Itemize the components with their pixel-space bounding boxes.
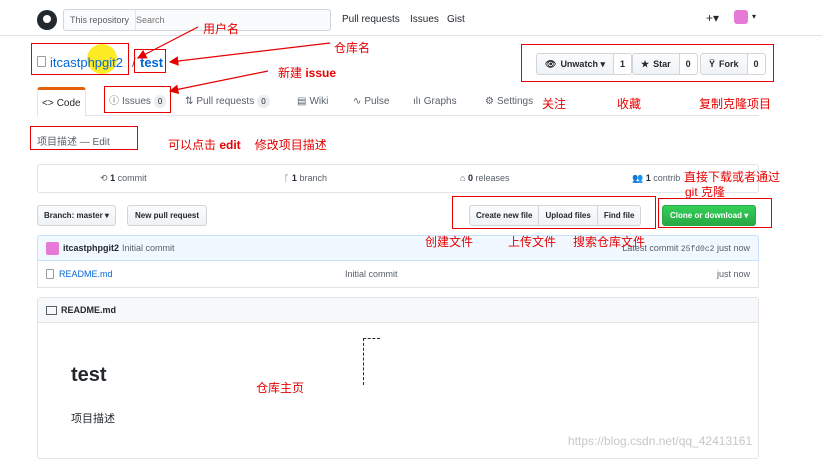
annotation-create-file: 创建文件 bbox=[425, 235, 474, 249]
annotation-arrows bbox=[136, 26, 331, 95]
arrow-issue bbox=[168, 70, 269, 95]
annotation-username: 用户名 bbox=[203, 22, 240, 36]
annotation-new-issue: 新建 issue bbox=[278, 64, 336, 81]
annotation-fork: 复制克隆项目 bbox=[699, 97, 772, 111]
annotation-click-edit: 可以点击 edit 修改项目描述 bbox=[168, 136, 327, 153]
annotation-click-edit-text: 可以点击 bbox=[168, 138, 220, 152]
annotation-click-edit-tail: 修改项目描述 bbox=[254, 138, 327, 152]
arrow-repo-name bbox=[168, 42, 331, 66]
annotation-search-file: 搜索仓库文件 bbox=[573, 235, 646, 249]
annotation-click-edit-bold: edit bbox=[219, 138, 241, 152]
annotation-download-line2: git 克隆 bbox=[685, 185, 726, 199]
annotation-homepage: 仓库主页 bbox=[256, 381, 305, 395]
annotation-repo-name: 仓库名 bbox=[334, 41, 371, 55]
annotation-star: 收藏 bbox=[617, 97, 642, 111]
arrow-username bbox=[136, 26, 199, 59]
annotation-new-issue-text: 新建 bbox=[278, 66, 306, 80]
annotation-watch: 关注 bbox=[542, 97, 567, 111]
annotation-new-issue-bold: issue bbox=[305, 66, 337, 80]
annotation-upload-file: 上传文件 bbox=[508, 235, 557, 249]
